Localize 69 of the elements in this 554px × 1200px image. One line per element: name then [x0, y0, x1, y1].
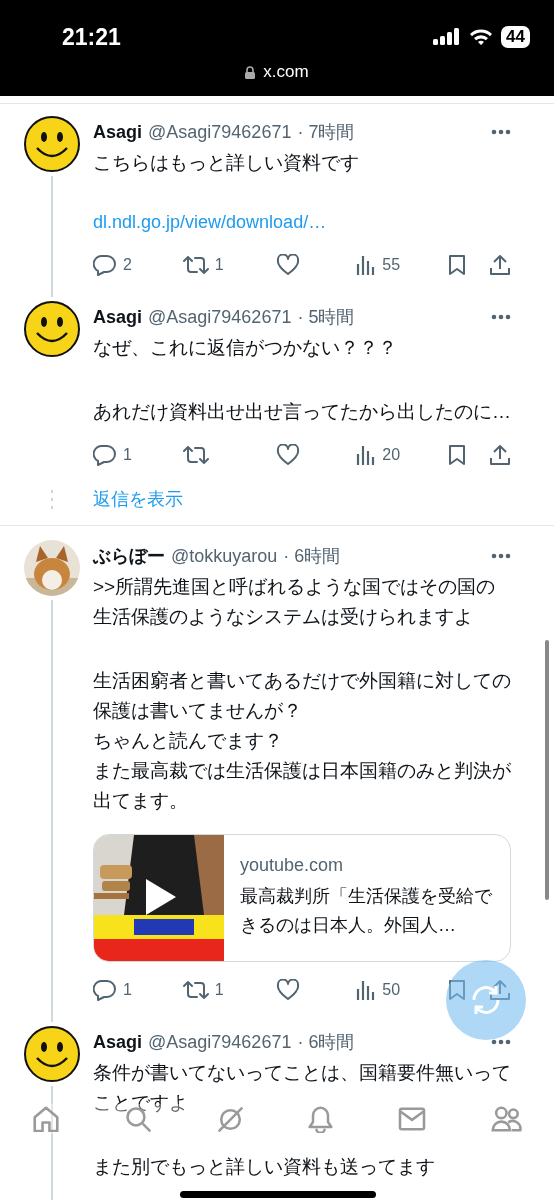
reply-icon[interactable]	[93, 444, 117, 466]
home-icon[interactable]	[32, 1106, 61, 1132]
action-count: 50	[382, 981, 401, 999]
smiley-avatar-icon[interactable]	[24, 116, 80, 172]
reply-icon[interactable]	[93, 254, 117, 276]
post-time: · 7時間	[297, 121, 355, 144]
bookmark-icon[interactable]	[448, 979, 467, 1001]
user-name[interactable]: Asagi	[93, 121, 143, 143]
play-icon[interactable]	[146, 879, 176, 915]
card-title: 最高裁判所「生活保護を受給できるのは日本人。外国人…	[240, 885, 493, 937]
action-count: 20	[382, 446, 401, 464]
url-text: x.com	[263, 62, 309, 82]
user-handle: @Asagi79462671	[148, 1031, 292, 1053]
heart-icon[interactable]	[276, 444, 301, 466]
heart-icon[interactable]	[276, 979, 301, 1001]
bell-icon[interactable]	[308, 1105, 334, 1133]
post-time: · 5時間	[297, 306, 355, 329]
action-count: 1	[123, 981, 132, 999]
action-count: 1	[214, 981, 224, 999]
people-icon[interactable]	[490, 1106, 522, 1132]
bookmark-icon[interactable]	[448, 254, 467, 276]
bar-chart-icon[interactable]	[356, 980, 377, 1000]
card-domain: youtube.com	[240, 855, 345, 876]
more-icon[interactable]	[491, 129, 511, 135]
smiley-avatar-icon[interactable]	[24, 1026, 80, 1082]
more-icon[interactable]	[491, 1039, 511, 1045]
post-text: 生活困窮者と書いてあるだけで外国籍に対しての保護は書いてませんが？	[93, 669, 511, 723]
action-count: 1	[123, 446, 132, 464]
user-name[interactable]: ぶらぼー	[93, 544, 165, 568]
user-name[interactable]: Asagi	[93, 1031, 143, 1053]
post-text: あれだけ資料出せ出せ言ってたから出したのに…	[93, 400, 511, 424]
action-count: 2	[123, 256, 132, 274]
retweet-icon[interactable]	[182, 445, 209, 465]
action-count: 1	[214, 256, 224, 274]
user-handle: @tokkuyarou	[171, 545, 278, 567]
bar-chart-icon[interactable]	[356, 255, 377, 275]
signal-icon	[433, 28, 462, 46]
share-icon[interactable]	[489, 254, 511, 276]
heart-icon[interactable]	[276, 254, 301, 276]
clock-time: 21:21	[62, 23, 121, 51]
slashed-circle-icon[interactable]	[216, 1105, 244, 1133]
post-time: · 6時間	[283, 545, 341, 568]
bookmark-icon[interactable]	[448, 444, 467, 466]
link-card[interactable]: youtube.com 最高裁判所「生活保護を受給できるのは日本人。外国人…	[93, 834, 511, 962]
mail-icon[interactable]	[397, 1107, 426, 1131]
user-name[interactable]: Asagi	[93, 306, 143, 328]
retweet-icon[interactable]	[182, 980, 209, 1000]
post-text: 条件が書いてないってことは、国籍要件無いってことですよ	[93, 1061, 511, 1115]
bar-chart-icon[interactable]	[356, 445, 377, 465]
reply-icon[interactable]	[93, 979, 117, 1001]
post-time: · 6時間	[297, 1031, 355, 1054]
post-text: また最高裁では生活保護は日本国籍のみと判決が出てます。	[93, 759, 511, 813]
more-icon[interactable]	[491, 553, 511, 559]
user-handle: @Asagi79462671	[148, 306, 292, 328]
post-text: また別でもっと詳しい資料も送ってます	[93, 1155, 436, 1179]
share-icon[interactable]	[489, 444, 511, 466]
more-icon[interactable]	[491, 314, 511, 320]
post-text: >>所謂先進国と呼ばれるような国ではその国の生活保護のようなシステムは受けられますよ	[93, 575, 497, 629]
action-count: 55	[382, 256, 401, 274]
battery-indicator: 44	[501, 26, 530, 48]
post-text: ちゃんと読んでます？	[93, 729, 284, 753]
post-text: なぜ、これに返信がつかない？？？	[93, 336, 398, 360]
user-handle: @Asagi79462671	[148, 121, 292, 143]
wifi-icon	[469, 28, 494, 46]
post-text: こちらはもっと詳しい資料です	[93, 151, 360, 175]
lock-icon	[245, 65, 256, 79]
smiley-avatar-icon[interactable]	[24, 301, 80, 357]
share-icon[interactable]	[489, 979, 511, 1001]
retweet-icon[interactable]	[182, 255, 209, 275]
